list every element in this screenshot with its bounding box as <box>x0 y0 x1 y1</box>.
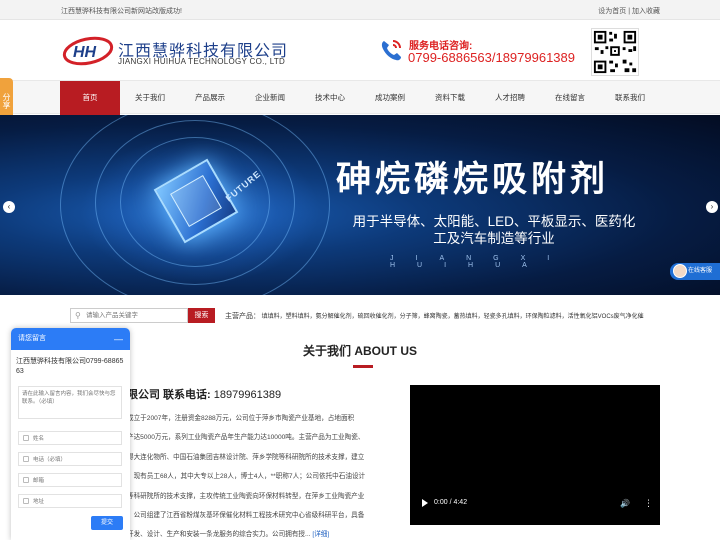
location-icon <box>23 498 29 504</box>
video-player[interactable]: 0:00 / 4:42 🔊 ⋮ <box>410 385 660 525</box>
nav-item-cases[interactable]: 成功案例 <box>360 81 420 115</box>
name-input[interactable] <box>33 434 118 443</box>
about-line: ，公司组建了江西省粉煤灰基环保催化材料工程技术研究中心省级科研平台，具备 <box>127 512 365 520</box>
video-menu-icon[interactable]: ⋮ <box>644 498 653 509</box>
address-input[interactable] <box>33 497 118 506</box>
user-icon <box>23 435 29 441</box>
search-row: ⚲ 搜索 主营产品： 填填料，塑料填料，氨分解催化剂，硫回收催化剂，分子筛，蜂窝… <box>0 305 720 327</box>
qrcode-icon <box>591 28 639 76</box>
header: HH 江西慧骅科技有限公司 JIANGXI HUIHUA TECHNOLOGY … <box>0 20 720 80</box>
address-field <box>18 494 122 508</box>
message-content-input[interactable] <box>18 386 122 419</box>
phone-number: 0799-6886563/18979961389 <box>408 50 576 65</box>
nav-item-jobs[interactable]: 人才招聘 <box>480 81 540 115</box>
hero-banner[interactable]: FUTURE 砷烷磷烷吸附剂 用于半导体、太阳能、LED、平板显示、医药化工及汽… <box>0 115 720 295</box>
email-icon <box>23 477 29 483</box>
banner-prev-arrow-icon[interactable]: ‹ <box>3 201 15 213</box>
message-header[interactable]: 请您留言 — <box>11 328 130 350</box>
about-line: 。现有员工68人，其中大专以上28人，博士4人，**职称7人；公司依托中石油设计 <box>127 473 366 481</box>
about-text: 成立于2007年，注册资金8288万元，公司位于萍乡市陶瓷产业基地，占地面积 产… <box>127 409 389 540</box>
online-service-button[interactable]: 在线客服 <box>670 263 720 280</box>
nav-item-home[interactable]: 首页 <box>60 81 120 115</box>
main-products: 主营产品： 填填料，塑料填料，氨分解催化剂，硫回收催化剂，分子筛，蜂窝陶瓷，蓄热… <box>225 311 644 321</box>
about-tel: 18979961389 <box>213 389 282 401</box>
about-line-last: 开发、设计、生产和安装一条龙服务的综合实力。公司拥有授... [详细] <box>127 531 330 539</box>
nav-item-tech[interactable]: 技术中心 <box>300 81 360 115</box>
topbar-separator: | <box>628 8 631 15</box>
site-notice: 江西慧骅科技有限公司新网站改版成功! <box>61 8 182 15</box>
email-input[interactable] <box>33 476 118 485</box>
nav-item-contact[interactable]: 联系我们 <box>600 81 660 115</box>
products-list[interactable]: 填填料，塑料填料，氨分解催化剂，硫回收催化剂，分子筛，蜂窝陶瓷，蓄热填料，轻瓷多… <box>262 314 644 320</box>
add-favorite-link[interactable]: 加入收藏 <box>632 8 660 15</box>
about-line: 成立于2007年，注册资金8288万元，公司位于萍乡市陶瓷产业基地，占地面积 <box>127 415 355 422</box>
search-box: ⚲ <box>70 308 188 323</box>
logo-letters: HH <box>73 44 97 61</box>
products-label: 主营产品： <box>225 313 260 320</box>
phone-input[interactable] <box>33 455 118 464</box>
about-line: 得大连化物所、中国石油集团吉林设计院、萍乡学院等科研院所的技术支撑，建立 <box>127 453 365 461</box>
phone-icon <box>381 40 401 61</box>
nav-item-about[interactable]: 关于我们 <box>120 81 180 115</box>
message-submit-button[interactable]: 提交 <box>91 516 123 530</box>
about-line: 等科研院所的技术支撑，主攻传统工业陶瓷向环保材料转型，在萍乡工业陶瓷产业 <box>127 492 365 500</box>
minimize-icon[interactable]: — <box>114 328 123 350</box>
company-name-en: JIANGXI HUIHUA TECHNOLOGY CO., LTD <box>118 57 286 66</box>
set-home-link[interactable]: 设为首页 <box>598 8 626 15</box>
nav-item-message[interactable]: 在线留言 <box>540 81 600 115</box>
volume-icon[interactable]: 🔊 <box>620 499 630 508</box>
service-avatar <box>673 264 687 278</box>
play-icon[interactable] <box>422 499 428 507</box>
nav-item-products[interactable]: 产品展示 <box>180 81 240 115</box>
phone-field <box>18 452 122 466</box>
name-field <box>18 431 122 445</box>
message-widget: 请您留言 — 江西慧骅科技有限公司0799-6886563 提交 <box>11 328 130 540</box>
online-service-label: 在线客服 <box>688 268 713 274</box>
nav-item-news[interactable]: 企业新闻 <box>240 81 300 115</box>
banner-title: 砷烷磷烷吸附剂 <box>336 160 610 199</box>
about-heading-text: 限公司 联系电话: <box>127 389 211 401</box>
message-title: 请您留言 <box>18 335 46 342</box>
email-field <box>18 473 122 487</box>
search-input[interactable] <box>86 310 186 321</box>
topbar: 江西慧骅科技有限公司新网站改版成功! 设为首页 | 加入收藏 <box>0 0 720 20</box>
search-button[interactable]: 搜索 <box>188 308 215 323</box>
message-company: 江西慧骅科技有限公司0799-6886563 <box>16 358 124 375</box>
main-nav: 首页 关于我们 产品展示 企业新闻 技术中心 成功案例 资料下载 人才招聘 在线… <box>0 80 720 115</box>
banner-next-arrow-icon[interactable]: › <box>706 201 718 213</box>
about-heading: 限公司 联系电话: 18979961389 <box>127 386 281 402</box>
nav-item-downloads[interactable]: 资料下载 <box>420 81 480 115</box>
about-divider <box>353 365 373 368</box>
banner-subtitle: 用于半导体、太阳能、LED、平板显示、医药化工及汽车制造等行业 <box>352 214 636 246</box>
search-icon: ⚲ <box>75 311 81 320</box>
about-line: 产达5000万元，系列工业陶瓷产品年生产能力达10000吨。主营产品为工业陶瓷、 <box>127 434 365 442</box>
video-time: 0:00 / 4:42 <box>434 499 468 506</box>
company-logo-icon[interactable]: HH <box>62 34 114 68</box>
about-more-link[interactable]: [详细] <box>312 531 329 538</box>
topbar-links: 设为首页 | 加入收藏 <box>598 6 660 16</box>
phone-small-icon <box>23 456 29 462</box>
video-controls: 0:00 / 4:42 🔊 ⋮ <box>410 497 660 511</box>
